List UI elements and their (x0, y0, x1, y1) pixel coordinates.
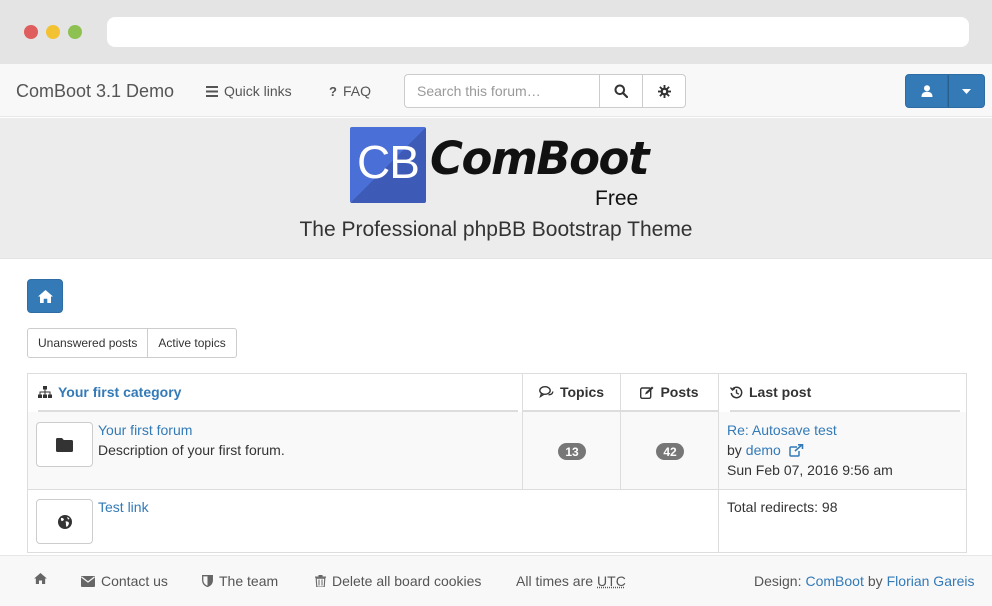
delete-cookies-link[interactable]: Delete all board cookies (315, 573, 481, 589)
topics-header-label: Topics (559, 384, 605, 400)
envelope-icon (81, 575, 95, 587)
design-prefix: Design: (754, 573, 802, 589)
edit-icon (640, 386, 654, 399)
topics-count-badge: 13 (558, 443, 586, 460)
folder-icon (56, 437, 73, 452)
forum-row-icon[interactable] (36, 422, 93, 467)
menu-icon (206, 85, 218, 97)
close-window-button[interactable] (24, 25, 38, 39)
minimize-window-button[interactable] (46, 25, 60, 39)
user-dropdown-toggle[interactable] (948, 74, 985, 108)
category-link[interactable]: Your first category (58, 384, 181, 400)
forum-title-link[interactable]: Your first forum (98, 422, 192, 438)
posts-count-badge: 42 (656, 443, 684, 460)
footer-home-link[interactable] (34, 573, 47, 584)
logo-badge-text: CB (357, 136, 420, 188)
home-icon (34, 573, 47, 584)
logo-badge: CB (350, 127, 426, 203)
maximize-window-button[interactable] (68, 25, 82, 39)
quick-search-buttons: Unanswered posts Active topics (27, 328, 237, 358)
author-link[interactable]: demo (746, 442, 781, 458)
header-banner: CB ComBoot Free The Professional phpBB B… (0, 118, 992, 259)
the-team-label: The team (219, 573, 279, 589)
trash-icon (315, 575, 326, 587)
posts-header: Posts (621, 374, 718, 412)
user-button[interactable] (905, 74, 948, 108)
column-divider (522, 374, 523, 489)
history-icon (730, 386, 743, 398)
site-tagline: The Professional phpBB Bootstrap Theme (299, 218, 693, 241)
advanced-search-button[interactable] (643, 74, 686, 108)
user-menu (905, 74, 985, 108)
column-divider (620, 374, 621, 489)
link-row-icon[interactable] (36, 499, 93, 544)
total-redirects: Total redirects: 98 (727, 499, 838, 515)
test-link-title[interactable]: Test link (98, 499, 149, 515)
faq-link[interactable]: ? FAQ (329, 83, 371, 99)
board-index-button[interactable] (27, 279, 63, 313)
comboot-theme-link[interactable]: ComBoot (805, 573, 863, 589)
delete-cookies-label: Delete all board cookies (332, 573, 482, 589)
user-icon (921, 85, 932, 97)
last-post-link[interactable]: Re: Autosave test (727, 422, 837, 438)
quick-links-menu[interactable]: Quick links (206, 83, 292, 99)
globe-icon (57, 514, 72, 529)
comments-icon (539, 386, 554, 398)
logo-wordmark: ComBoot (430, 132, 649, 185)
last-post-date: Sun Feb 07, 2016 9:56 am (727, 462, 893, 478)
site-logo[interactable]: CB ComBoot Free (350, 127, 649, 211)
last-post-header-label: Last post (749, 384, 812, 400)
timezone-prefix: All times are (516, 573, 594, 589)
navbar: ComBoot 3.1 Demo Quick links ? FAQ (0, 64, 992, 117)
quick-links-label: Quick links (224, 83, 292, 99)
by-label: by (727, 442, 742, 458)
search-input[interactable] (404, 74, 600, 108)
last-post-header: Last post (730, 374, 960, 412)
contact-us-label: Contact us (101, 573, 168, 589)
browser-chrome (0, 0, 992, 64)
topics-header: Topics (523, 374, 620, 412)
forum-list: Your first category Topics Posts Last po… (27, 373, 967, 553)
timezone-info: All times are UTC (516, 573, 626, 589)
forum-page: ComBoot 3.1 Demo Quick links ? FAQ Searc… (0, 64, 992, 606)
column-divider (718, 374, 719, 552)
timezone-abbr: UTC (597, 573, 626, 589)
posts-header-label: Posts (660, 384, 699, 400)
caret-down-icon (962, 88, 971, 94)
active-topics-button[interactable]: Active topics (148, 328, 237, 358)
search-icon (614, 84, 628, 98)
design-by: by (867, 573, 883, 589)
question-icon: ? (329, 83, 337, 99)
row-divider (28, 489, 966, 490)
forum-description: Description of your first forum. (98, 442, 285, 458)
external-link-icon[interactable] (789, 443, 804, 457)
faq-label: FAQ (342, 83, 371, 99)
contact-us-link[interactable]: Contact us (81, 573, 168, 589)
address-bar[interactable] (107, 17, 969, 47)
search-box (404, 74, 686, 108)
home-icon (37, 289, 53, 303)
gear-icon (657, 84, 671, 98)
search-button[interactable] (600, 74, 643, 108)
design-credit: Design: ComBoot by Florian Gareis (754, 573, 975, 589)
site-brand[interactable]: ComBoot 3.1 Demo (16, 81, 174, 102)
the-team-link[interactable]: The team (202, 573, 278, 589)
category-header: Your first category (38, 374, 518, 412)
logo-edition: Free (595, 187, 639, 210)
shield-icon (202, 575, 213, 587)
sitemap-icon (38, 386, 52, 398)
unanswered-posts-button[interactable]: Unanswered posts (27, 328, 149, 358)
footer-bar: Contact us The team Delete all board coo… (0, 555, 992, 606)
author-site-link[interactable]: Florian Gareis (887, 573, 975, 589)
last-post-author-line: by demo (727, 442, 804, 458)
